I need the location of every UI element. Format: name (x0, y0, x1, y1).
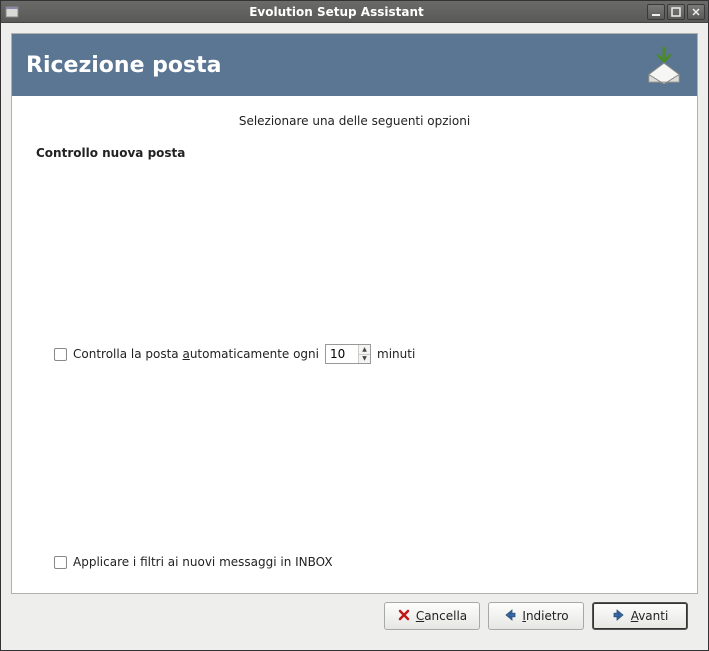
check-filters-row: Applicare i filtri ai nuovi messaggi in … (54, 555, 673, 569)
button-row: Cancella Indietro Avanti (11, 594, 698, 640)
interval-spinbox[interactable]: ▲ ▼ (325, 344, 371, 364)
titlebar[interactable]: Evolution Setup Assistant (1, 1, 708, 23)
window-root: Evolution Setup Assistant Ricezione post… (0, 0, 709, 651)
check-auto-label[interactable]: Controlla la posta automaticamente ogni (73, 347, 319, 361)
instruction-text: Selezionare una delle seguenti opzioni (36, 114, 673, 128)
wizard-body: Selezionare una delle seguenti opzioni C… (12, 96, 697, 593)
window-controls (647, 4, 705, 20)
arrow-right-icon (612, 608, 626, 625)
check-auto-row: Controlla la posta automaticamente ogni … (54, 344, 673, 364)
cancel-label: Cancella (416, 609, 467, 623)
system-menu-icon[interactable] (4, 4, 20, 20)
banner: Ricezione posta (12, 34, 697, 96)
forward-button[interactable]: Avanti (592, 602, 688, 630)
close-button[interactable] (687, 4, 705, 20)
banner-title: Ricezione posta (26, 53, 645, 78)
spin-up-button[interactable]: ▲ (359, 345, 370, 355)
spin-down-button[interactable]: ▼ (359, 355, 370, 364)
window-title: Evolution Setup Assistant (26, 5, 647, 19)
cancel-button[interactable]: Cancella (384, 602, 480, 630)
minimize-button[interactable] (647, 4, 665, 20)
back-label: Indietro (522, 609, 568, 623)
check-filters-checkbox[interactable] (54, 556, 67, 569)
mail-receive-icon (645, 46, 683, 84)
check-filters-label[interactable]: Applicare i filtri ai nuovi messaggi in … (73, 555, 333, 569)
check-auto-checkbox[interactable] (54, 348, 67, 361)
interval-input[interactable] (326, 345, 358, 363)
section-title: Controllo nuova posta (36, 146, 673, 160)
maximize-button[interactable] (667, 4, 685, 20)
interval-unit: minuti (377, 347, 415, 361)
wizard-card: Ricezione posta Selezionare una delle se… (11, 33, 698, 594)
forward-label: Avanti (631, 609, 669, 623)
back-button[interactable]: Indietro (488, 602, 584, 630)
cancel-icon (397, 608, 411, 625)
content-area: Ricezione posta Selezionare una delle se… (1, 23, 708, 650)
arrow-left-icon (503, 608, 517, 625)
